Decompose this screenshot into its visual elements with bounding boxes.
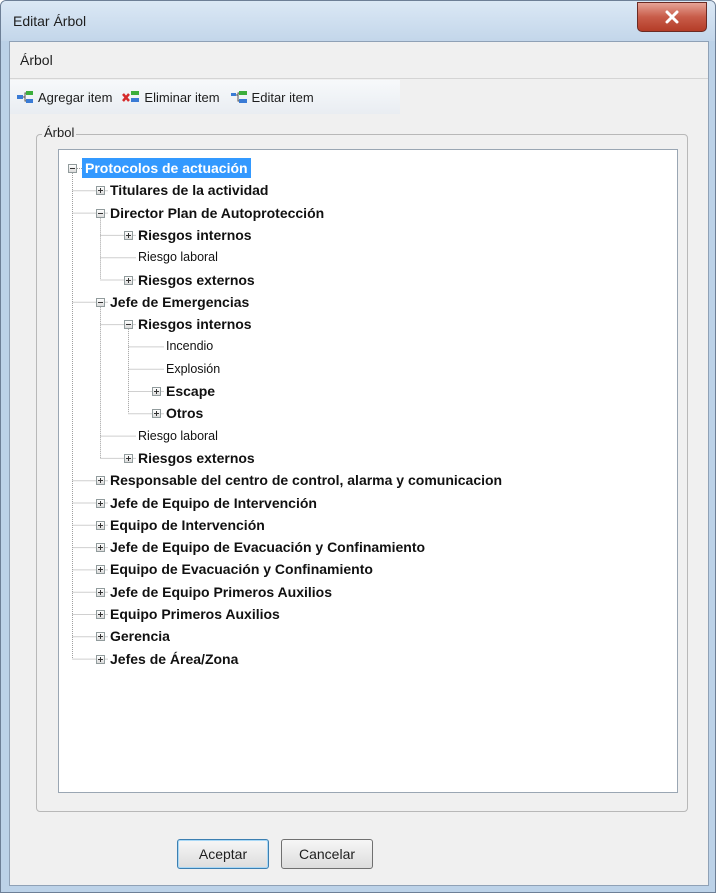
tree-node[interactable]: Responsable del centro de control, alarm… — [110, 470, 502, 490]
expand-toggle[interactable] — [152, 409, 161, 419]
tree-node[interactable]: Escape — [166, 381, 215, 401]
tree-node[interactable]: Gerencia — [110, 626, 170, 646]
edit-item-button[interactable]: Editar item — [230, 85, 314, 109]
tree-node[interactable]: Jefe de Equipo de Intervención — [110, 493, 317, 513]
window-title: Editar Árbol — [13, 13, 87, 29]
tree-node[interactable]: Riesgo laboral — [138, 247, 218, 267]
tree-node-selected[interactable]: Protocolos de actuación — [82, 158, 251, 178]
expand-toggle[interactable] — [124, 275, 133, 285]
divider — [10, 78, 708, 79]
tree-node[interactable]: Director Plan de Autoprotección — [110, 203, 324, 223]
tree-node[interactable]: Riesgo laboral — [138, 426, 218, 446]
expand-toggle[interactable] — [96, 565, 105, 575]
toolbar: Agregar item Eliminar item Editar item — [10, 80, 400, 114]
tree-node[interactable]: Jefe de Equipo Primeros Auxilios — [110, 582, 332, 602]
expand-toggle[interactable] — [96, 654, 105, 664]
tree-node[interactable]: Explosión — [166, 359, 220, 379]
tree-view[interactable]: Protocolos de actuación Titulares de la a… — [58, 149, 678, 793]
cancel-button[interactable]: Cancelar — [281, 839, 373, 869]
close-button[interactable] — [637, 2, 707, 32]
add-node-icon — [17, 91, 33, 103]
collapse-toggle[interactable] — [96, 297, 105, 307]
tree-node[interactable]: Riesgos internos — [138, 314, 252, 334]
collapse-toggle[interactable] — [124, 320, 133, 330]
expand-toggle[interactable] — [124, 230, 133, 240]
expand-toggle[interactable] — [152, 387, 161, 396]
tree-node[interactable]: Otros — [166, 403, 203, 423]
section-label: Árbol — [20, 52, 53, 68]
expand-toggle[interactable] — [96, 186, 105, 196]
expand-toggle[interactable] — [96, 610, 105, 619]
accept-button[interactable]: Aceptar — [177, 839, 269, 869]
tree-node[interactable]: Jefe de Emergencias — [110, 292, 249, 312]
tree-node[interactable]: Jefes de Área/Zona — [110, 649, 238, 669]
expand-toggle[interactable] — [96, 476, 105, 486]
expand-toggle[interactable] — [96, 632, 105, 642]
edit-node-icon — [230, 91, 247, 103]
tree-node[interactable]: Riesgos internos — [138, 225, 252, 245]
delete-node-icon — [122, 91, 140, 102]
delete-item-label: Eliminar item — [144, 89, 220, 105]
tree-node[interactable]: Equipo Primeros Auxilios — [110, 604, 280, 624]
expand-toggle[interactable] — [96, 520, 105, 530]
tree-node[interactable]: Riesgos externos — [138, 270, 255, 290]
tree-node[interactable]: Equipo de Intervención — [110, 515, 265, 535]
expand-toggle[interactable] — [96, 543, 105, 553]
add-item-button[interactable]: Agregar item — [16, 85, 112, 109]
collapse-toggle[interactable] — [96, 208, 105, 218]
delete-item-button[interactable]: Eliminar item — [122, 85, 220, 109]
expand-toggle[interactable] — [124, 453, 133, 463]
tree-node[interactable]: Equipo de Evacuación y Confinamiento — [110, 559, 373, 579]
edit-item-label: Editar item — [251, 89, 314, 105]
add-item-label: Agregar item — [38, 89, 113, 105]
dialog-client-area: Árbol Agregar item Eliminar item Editar … — [9, 41, 709, 886]
expand-toggle[interactable] — [96, 498, 105, 508]
tree-node[interactable]: Incendio — [166, 336, 213, 356]
collapse-toggle[interactable] — [68, 164, 77, 173]
title-bar[interactable]: Editar Árbol — [1, 1, 715, 41]
dialog-window: Editar Árbol Árbol Agregar item Eliminar… — [0, 0, 716, 893]
groupbox-label: Árbol — [42, 125, 77, 140]
close-icon — [665, 10, 679, 24]
tree-node[interactable]: Jefe de Equipo de Evacuación y Confinami… — [110, 537, 425, 557]
tree-node[interactable]: Riesgos externos — [138, 448, 255, 468]
tree-node[interactable]: Titulares de la actividad — [110, 180, 268, 200]
expand-toggle[interactable] — [96, 587, 105, 597]
